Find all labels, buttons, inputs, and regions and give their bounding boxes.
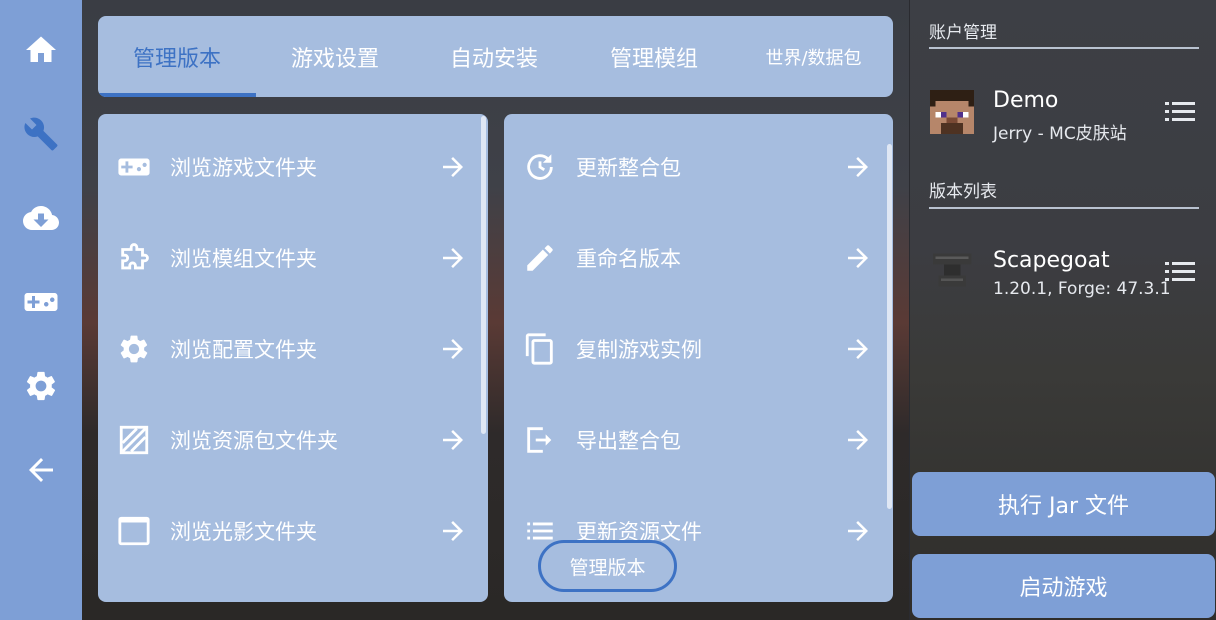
account-name: Demo (993, 88, 1059, 113)
arrow-right-icon (848, 521, 868, 541)
puzzle-icon (116, 240, 152, 276)
menu-icon[interactable] (1165, 261, 1195, 283)
window-icon (116, 513, 152, 549)
browse-game-folder-item[interactable]: 浏览游戏文件夹 (98, 122, 488, 212)
nav-back[interactable] (0, 440, 82, 500)
account-item[interactable]: Demo Jerry - MC皮肤站 (910, 78, 1216, 148)
tab-manage-mods[interactable]: 管理模组 (574, 16, 734, 97)
arrow-right-icon (848, 157, 868, 177)
tab-worlds-datapacks[interactable]: 世界/数据包 (734, 16, 893, 97)
browse-config-folder-item[interactable]: 浏览配置文件夹 (98, 304, 488, 394)
item-label: 复制游戏实例 (576, 338, 702, 362)
divider (929, 47, 1199, 49)
account-section-title: 账户管理 (929, 23, 997, 43)
arrow-right-icon (848, 339, 868, 359)
menu-icon[interactable] (1165, 101, 1195, 123)
version-name: Scapegoat (993, 248, 1110, 273)
rename-version-item[interactable]: 重命名版本 (504, 213, 893, 303)
version-actions-panel: 更新整合包 重命名版本 复制游戏实例 导出整合包 更新资源文件 (504, 114, 893, 602)
item-label: 导出整合包 (576, 429, 681, 453)
browse-shaders-folder-item[interactable]: 浏览光影文件夹 (98, 486, 488, 576)
account-subtitle: Jerry - MC皮肤站 (993, 124, 1127, 144)
gear-icon (116, 331, 152, 367)
scrollbar[interactable] (481, 116, 486, 434)
anvil-icon (930, 246, 974, 294)
tooltip: 管理版本 (538, 540, 677, 592)
nav-home[interactable] (0, 20, 82, 80)
versions-section-title: 版本列表 (929, 182, 997, 202)
pencil-icon (522, 240, 558, 276)
nav-game[interactable] (0, 272, 82, 332)
tab-game-settings[interactable]: 游戏设置 (256, 16, 414, 97)
left-nav (0, 0, 82, 620)
texture-icon (116, 422, 152, 458)
update-modpack-item[interactable]: 更新整合包 (504, 122, 893, 212)
tab-auto-install[interactable]: 自动安装 (414, 16, 574, 97)
browse-folders-panel: 浏览游戏文件夹 浏览模组文件夹 浏览配置文件夹 浏览资源包文件夹 浏览光影文件夹 (98, 114, 488, 602)
update-icon (522, 149, 558, 185)
account-sidebar: 账户管理 Demo Jerry - MC皮肤站 版本列表 Scapegoat 1… (909, 0, 1216, 620)
item-label: 浏览游戏文件夹 (170, 156, 317, 180)
run-jar-button[interactable]: 执行 Jar 文件 (912, 472, 1215, 536)
browse-resourcepacks-folder-item[interactable]: 浏览资源包文件夹 (98, 395, 488, 485)
wrench-icon (24, 117, 58, 151)
nav-settings[interactable] (0, 356, 82, 416)
item-label: 更新整合包 (576, 156, 681, 180)
export-modpack-item[interactable]: 导出整合包 (504, 395, 893, 485)
arrow-right-icon (443, 157, 463, 177)
tab-bar: 管理版本 游戏设置 自动安装 管理模组 世界/数据包 (98, 16, 893, 97)
arrow-right-icon (443, 521, 463, 541)
browse-mods-folder-item[interactable]: 浏览模组文件夹 (98, 213, 488, 303)
arrow-right-icon (443, 248, 463, 268)
tab-manage-version[interactable]: 管理版本 (98, 16, 256, 97)
item-label: 浏览配置文件夹 (170, 338, 317, 362)
back-arrow-icon (29, 458, 53, 482)
arrow-right-icon (443, 430, 463, 450)
arrow-right-icon (848, 248, 868, 268)
nav-tools[interactable] (0, 104, 82, 164)
version-item[interactable]: Scapegoat 1.20.1, Forge: 47.3.1 (910, 236, 1216, 306)
launch-game-button[interactable]: 启动游戏 (912, 554, 1215, 618)
item-label: 浏览光影文件夹 (170, 520, 317, 544)
export-icon (522, 422, 558, 458)
cloud-download-icon (23, 206, 59, 230)
home-icon (26, 36, 56, 62)
nav-download[interactable] (0, 188, 82, 248)
copy-icon (522, 331, 558, 367)
arrow-right-icon (443, 339, 463, 359)
active-tab-indicator (98, 93, 256, 97)
version-subtitle: 1.20.1, Forge: 47.3.1 (993, 279, 1171, 299)
copy-instance-item[interactable]: 复制游戏实例 (504, 304, 893, 394)
arrow-right-icon (848, 430, 868, 450)
gamepad-icon (24, 293, 58, 311)
divider (929, 207, 1199, 209)
scrollbar[interactable] (887, 144, 892, 509)
item-label: 浏览模组文件夹 (170, 247, 317, 271)
avatar (930, 90, 974, 134)
gamepad-icon (116, 149, 152, 185)
gear-icon (26, 371, 56, 401)
item-label: 重命名版本 (576, 247, 681, 271)
item-label: 浏览资源包文件夹 (170, 429, 338, 453)
